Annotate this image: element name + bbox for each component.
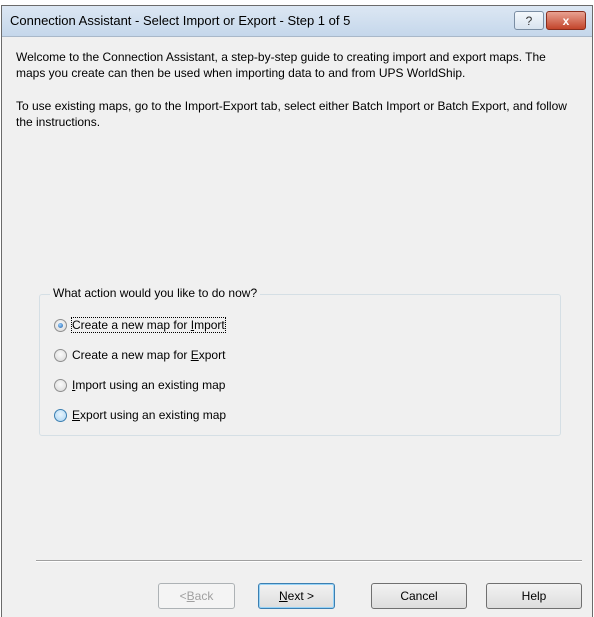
cancel-button[interactable]: Cancel <box>371 583 467 609</box>
intro-text: Welcome to the Connection Assistant, a s… <box>16 50 576 148</box>
back-button[interactable]: < Back <box>158 583 235 609</box>
intro-paragraph-1: Welcome to the Connection Assistant, a s… <box>16 50 546 80</box>
option-create-export-map[interactable]: Create a new map for Export <box>54 347 225 363</box>
option-import-existing-map[interactable]: Import using an existing map <box>54 377 225 393</box>
connection-assistant-dialog: Connection Assistant - Select Import or … <box>1 5 593 617</box>
help-button[interactable]: Help <box>486 583 582 609</box>
next-button[interactable]: Next > <box>258 583 335 609</box>
radio-button[interactable] <box>54 408 67 422</box>
option-label: Export using an existing map <box>72 408 227 422</box>
radio-button[interactable] <box>54 378 67 392</box>
title-close-button[interactable]: x <box>546 11 586 30</box>
close-icon: x <box>562 13 570 28</box>
radio-button-selected[interactable] <box>54 318 67 332</box>
option-create-import-map[interactable]: Create a new map for Import <box>54 317 226 333</box>
action-groupbox: What action would you like to do now? Cr… <box>39 286 561 436</box>
radio-button[interactable] <box>54 348 67 362</box>
option-label: Create a new map for Export <box>72 348 226 362</box>
title-help-button[interactable]: ? <box>514 11 544 30</box>
option-label: Import using an existing map <box>72 378 226 392</box>
footer-separator <box>36 560 582 562</box>
title-bar[interactable]: Connection Assistant - Select Import or … <box>2 6 592 37</box>
intro-paragraph-2: To use existing maps, go to the Import-E… <box>16 99 567 129</box>
question-mark-icon: ? <box>525 13 533 28</box>
group-label: What action would you like to do now? <box>50 286 261 300</box>
option-label: Create a new map for Import <box>71 317 226 333</box>
window-title: Connection Assistant - Select Import or … <box>10 13 351 28</box>
option-export-existing-map[interactable]: Export using an existing map <box>54 407 226 423</box>
